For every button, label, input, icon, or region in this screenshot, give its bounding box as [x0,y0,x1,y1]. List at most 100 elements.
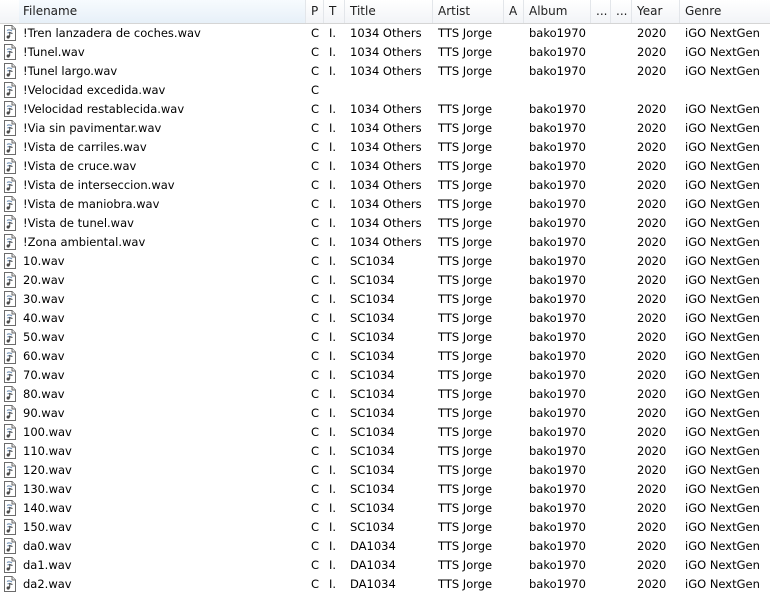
cell-t: I. [329,501,337,515]
cell-ellipsis-2 [611,176,631,195]
table-row[interactable]: !Tunel.wav C I. 1034 Others TTS Jorge ba… [0,43,770,62]
table-row[interactable]: da0.wav C I. DA1034 TTS Jorge bako1970 2… [0,537,770,556]
cell-genre: iGO NextGen [685,102,760,116]
column-header-p[interactable]: P [306,0,324,23]
audio-file-icon [3,82,17,98]
table-row[interactable]: 110.wav C I. SC1034 TTS Jorge bako1970 2… [0,442,770,461]
cell-ellipsis-1 [591,176,610,195]
cell-t: I. [329,235,337,249]
cell-t: I. [329,425,337,439]
cell-a [504,100,523,119]
cell-artist: TTS Jorge [438,577,493,591]
cell-t: I. [329,463,337,477]
column-header-ellipsis-2[interactable]: ... [611,0,632,23]
column-header-ellipsis-2-label: ... [616,4,628,18]
cell-ellipsis-2 [611,480,631,499]
column-header-ellipsis-1[interactable]: ... [591,0,611,23]
table-row[interactable]: !Via sin pavimentar.wav C I. 1034 Others… [0,119,770,138]
cell-artist: TTS Jorge [438,539,493,553]
table-row[interactable]: !Velocidad excedida.wav C [0,81,770,100]
cell-filename: 30.wav [23,292,65,306]
cell-filename: !Tunel largo.wav [23,64,118,78]
table-row[interactable]: 150.wav C I. SC1034 TTS Jorge bako1970 2… [0,518,770,537]
cell-artist: TTS Jorge [438,273,493,287]
table-row[interactable]: !Vista de cruce.wav C I. 1034 Others TTS… [0,157,770,176]
cell-a [504,271,523,290]
cell-ellipsis-1 [591,157,610,176]
audio-file-icon [3,272,17,288]
table-row[interactable]: da1.wav C I. DA1034 TTS Jorge bako1970 2… [0,556,770,575]
table-row[interactable]: !Vista de maniobra.wav C I. 1034 Others … [0,195,770,214]
column-header-title[interactable]: Title [345,0,433,23]
column-header-year[interactable]: Year [632,0,680,23]
cell-year: 2020 [637,425,667,439]
cell-filename: 150.wav [23,520,72,534]
table-row[interactable]: 20.wav C I. SC1034 TTS Jorge bako1970 20… [0,271,770,290]
cell-filename: 100.wav [23,425,72,439]
table-row[interactable]: 30.wav C I. SC1034 TTS Jorge bako1970 20… [0,290,770,309]
cell-title: SC1034 [350,501,395,515]
table-row[interactable]: 130.wav C I. SC1034 TTS Jorge bako1970 2… [0,480,770,499]
cell-title: 1034 Others [350,235,422,249]
cell-ellipsis-2 [611,556,631,575]
audio-file-icon [3,424,17,440]
table-row[interactable]: !Velocidad restablecida.wav C I. 1034 Ot… [0,100,770,119]
cell-ellipsis-1 [591,252,610,271]
table-row[interactable]: !Vista de interseccion.wav C I. 1034 Oth… [0,176,770,195]
table-row[interactable]: 80.wav C I. SC1034 TTS Jorge bako1970 20… [0,385,770,404]
cell-title: 1034 Others [350,178,422,192]
cell-year: 2020 [637,330,667,344]
cell-year: 2020 [637,406,667,420]
cell-genre: iGO NextGen [685,330,760,344]
table-row[interactable]: 10.wav C I. SC1034 TTS Jorge bako1970 20… [0,252,770,271]
cell-a [504,328,523,347]
cell-album: bako1970 [529,216,586,230]
cell-genre: iGO NextGen [685,444,760,458]
table-row[interactable]: 120.wav C I. SC1034 TTS Jorge bako1970 2… [0,461,770,480]
table-row[interactable]: 60.wav C I. SC1034 TTS Jorge bako1970 20… [0,347,770,366]
column-header-artist[interactable]: Artist [433,0,504,23]
column-header-title-label: Title [350,4,376,18]
table-row[interactable]: !Tren lanzadera de coches.wav C I. 1034 … [0,24,770,43]
table-row[interactable]: !Vista de tunel.wav C I. 1034 Others TTS… [0,214,770,233]
cell-filename: 40.wav [23,311,65,325]
cell-ellipsis-1 [591,119,610,138]
table-row[interactable]: !Tunel largo.wav C I. 1034 Others TTS Jo… [0,62,770,81]
cell-p: C [311,425,320,439]
cell-genre: iGO NextGen [685,178,760,192]
cell-p: C [311,292,320,306]
cell-t: I. [329,159,337,173]
audio-file-icon [3,367,17,383]
cell-genre: iGO NextGen [685,235,760,249]
table-row[interactable]: 140.wav C I. SC1034 TTS Jorge bako1970 2… [0,499,770,518]
cell-genre: iGO NextGen [685,140,760,154]
cell-ellipsis-1 [591,290,610,309]
cell-p: C [311,273,320,287]
table-row[interactable]: 50.wav C I. SC1034 TTS Jorge bako1970 20… [0,328,770,347]
table-row[interactable]: 70.wav C I. SC1034 TTS Jorge bako1970 20… [0,366,770,385]
column-header-t[interactable]: T [324,0,345,23]
table-row[interactable]: !Zona ambiental.wav C I. 1034 Others TTS… [0,233,770,252]
column-header-genre[interactable]: Genre [680,0,770,23]
column-header-ellipsis-1-label: ... [596,4,608,18]
audio-file-icon [3,63,17,79]
column-header-album[interactable]: Album [524,0,591,23]
column-header-filename[interactable]: Filename ˄ [19,0,306,23]
cell-ellipsis-1 [591,43,610,62]
cell-ellipsis-2 [611,252,631,271]
cell-title: SC1034 [350,387,395,401]
cell-a [504,138,523,157]
audio-file-icon [3,234,17,250]
table-row[interactable]: da2.wav C I. DA1034 TTS Jorge bako1970 2… [0,575,770,594]
table-row[interactable]: 90.wav C I. SC1034 TTS Jorge bako1970 20… [0,404,770,423]
cell-ellipsis-2 [611,385,631,404]
cell-t: I. [329,292,337,306]
cell-album: bako1970 [529,102,586,116]
table-row[interactable]: 40.wav C I. SC1034 TTS Jorge bako1970 20… [0,309,770,328]
table-row[interactable]: !Vista de carriles.wav C I. 1034 Others … [0,138,770,157]
column-header-a[interactable]: A [504,0,524,23]
cell-a [504,385,523,404]
table-row[interactable]: 100.wav C I. SC1034 TTS Jorge bako1970 2… [0,423,770,442]
cell-ellipsis-2 [611,328,631,347]
cell-genre: iGO NextGen [685,406,760,420]
